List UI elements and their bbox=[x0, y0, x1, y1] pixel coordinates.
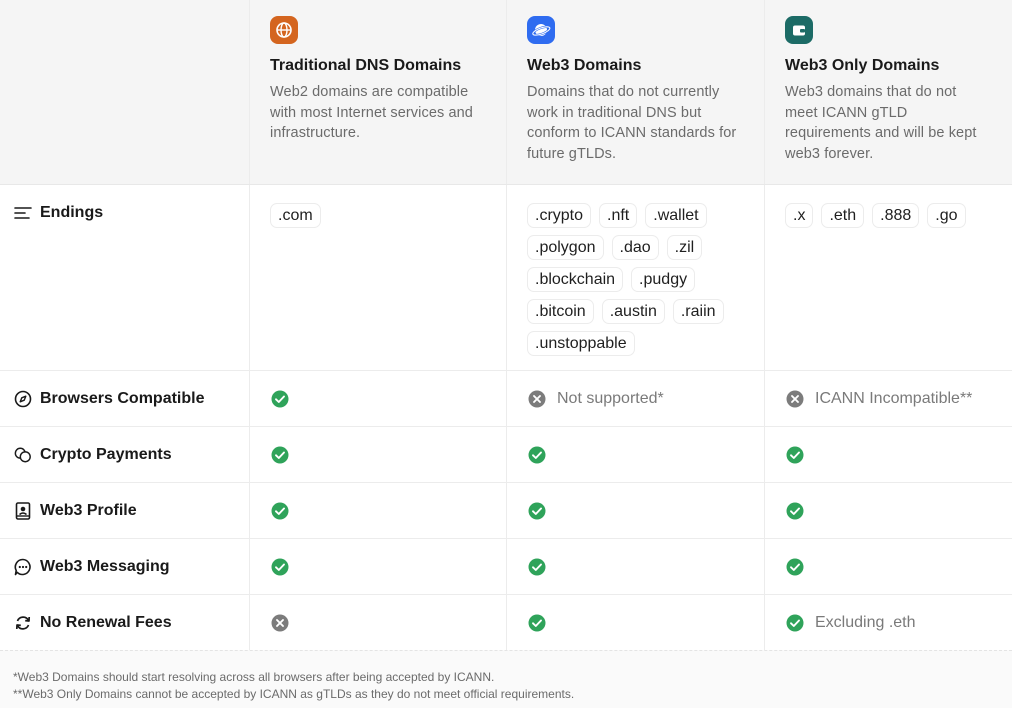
ending-pill: .eth bbox=[821, 203, 865, 228]
check-circle-icon bbox=[786, 614, 804, 632]
column-title: Web3 Domains bbox=[527, 57, 642, 74]
endings-row: Endings .com .crypto .nft .wallet .polygon.… bbox=[0, 185, 1012, 371]
endings-cell-web3-only: .x .eth .888 .go bbox=[765, 185, 1012, 370]
feature-cell-traditional bbox=[250, 595, 507, 650]
check-circle-icon bbox=[271, 390, 289, 408]
check-circle-icon bbox=[271, 558, 289, 576]
column-description: Domains that do not currently work in tr… bbox=[527, 84, 737, 162]
header-row: Traditional DNS Domains Web2 domains are… bbox=[0, 0, 1012, 185]
ending-pill: .zil bbox=[666, 235, 703, 260]
feature-cell-web3-only bbox=[765, 483, 1012, 538]
column-description: Web2 domains are compatible with most In… bbox=[270, 84, 473, 141]
feature-label-cell: No Renewal Fees bbox=[0, 595, 250, 650]
feature-cell-traditional bbox=[250, 427, 507, 482]
ending-pill: .dao bbox=[611, 235, 659, 260]
footnote: **Web3 Only Domains cannot be accepted b… bbox=[13, 687, 575, 701]
status-note: ICANN Incompatible** bbox=[815, 389, 973, 407]
ending-pill: .raiin bbox=[672, 299, 724, 324]
ending-pill: .wallet bbox=[645, 203, 707, 228]
ending-pill: .blockchain bbox=[527, 267, 624, 292]
ending-pill: .x bbox=[785, 203, 814, 228]
ending-pill: .go bbox=[927, 203, 966, 228]
ending-pill: .crypto bbox=[527, 203, 592, 228]
feature-cell-web3 bbox=[507, 427, 765, 482]
endings-pill-list: .x .eth .888 .go bbox=[765, 185, 1012, 228]
ending-pill: .com bbox=[270, 203, 321, 228]
check-circle-icon bbox=[786, 446, 804, 464]
feature-label-cell: Web3 Profile bbox=[0, 483, 250, 538]
endings-pill-list: .crypto .nft .wallet .polygon .dao .zil .block… bbox=[507, 185, 764, 356]
feature-row: Crypto Payments bbox=[0, 427, 1012, 483]
endings-pill-list: .com bbox=[250, 185, 506, 228]
status-note: Excluding .eth bbox=[815, 613, 916, 631]
x-circle-icon bbox=[271, 614, 289, 632]
ending-pill: .bitcoin bbox=[527, 299, 594, 324]
feature-rows: Browsers Compatible Not supported* ICANN I… bbox=[0, 371, 1012, 651]
feature-cell-web3: Not supported* bbox=[507, 371, 765, 426]
endings-cell-traditional: .com bbox=[250, 185, 507, 370]
check-circle-icon bbox=[528, 446, 546, 464]
feature-row: No Renewal Fees Excluding .eth bbox=[0, 595, 1012, 651]
check-circle-icon bbox=[786, 558, 804, 576]
row-label-text: Web3 Messaging bbox=[40, 557, 170, 575]
column-title: Traditional DNS Domains bbox=[270, 57, 462, 74]
feature-label-cell: Web3 Messaging bbox=[0, 539, 250, 594]
endings-label-cell: Endings bbox=[0, 185, 250, 370]
feature-row: Web3 Profile bbox=[0, 483, 1012, 539]
feature-label-cell: Browsers Compatible bbox=[0, 371, 250, 426]
comparison-table: Traditional DNS Domains Web2 domains are… bbox=[0, 0, 1012, 651]
check-circle-icon bbox=[786, 502, 804, 520]
profile-book-icon bbox=[14, 501, 32, 520]
endings-cell-web3: .crypto .nft .wallet .polygon .dao .zil .block… bbox=[507, 185, 765, 370]
footnotes: *Web3 Domains should start resolving acr… bbox=[0, 650, 1012, 708]
feature-cell-web3 bbox=[507, 539, 765, 594]
check-circle-icon bbox=[528, 558, 546, 576]
globe-icon bbox=[270, 16, 298, 44]
feature-cell-web3 bbox=[507, 595, 765, 650]
refresh-icon bbox=[14, 614, 32, 632]
row-label-text: Web3 Profile bbox=[40, 501, 137, 519]
lines-icon bbox=[14, 204, 32, 222]
coins-icon bbox=[14, 446, 32, 464]
status-note: Not supported* bbox=[557, 389, 664, 407]
wallet-icon bbox=[785, 16, 813, 44]
compass-icon bbox=[14, 390, 32, 408]
column-title: Web3 Only Domains bbox=[785, 57, 940, 74]
column-header-web3-only: Web3 Only Domains Web3 domains that do n… bbox=[765, 0, 1012, 184]
check-circle-icon bbox=[271, 502, 289, 520]
header-empty-cell bbox=[0, 0, 250, 184]
check-circle-icon bbox=[528, 614, 546, 632]
footnote: *Web3 Domains should start resolving acr… bbox=[13, 670, 495, 684]
feature-cell-traditional bbox=[250, 483, 507, 538]
feature-row: Web3 Messaging bbox=[0, 539, 1012, 595]
row-label-text: No Renewal Fees bbox=[40, 613, 172, 631]
ending-pill: .nft bbox=[599, 203, 638, 228]
feature-label-cell: Crypto Payments bbox=[0, 427, 250, 482]
column-header-web3: Web3 Domains Domains that do not current… bbox=[507, 0, 765, 184]
ending-pill: .pudgy bbox=[631, 267, 696, 292]
feature-row: Browsers Compatible Not supported* ICANN I… bbox=[0, 371, 1012, 427]
feature-cell-traditional bbox=[250, 371, 507, 426]
row-label-text: Browsers Compatible bbox=[40, 389, 205, 407]
row-label-text: Crypto Payments bbox=[40, 445, 172, 463]
feature-cell-traditional bbox=[250, 539, 507, 594]
check-circle-icon bbox=[271, 446, 289, 464]
check-circle-icon bbox=[528, 502, 546, 520]
feature-cell-web3 bbox=[507, 483, 765, 538]
feature-cell-web3-only: Excluding .eth bbox=[765, 595, 1012, 650]
ending-pill: .unstoppable bbox=[527, 331, 635, 356]
feature-cell-web3-only bbox=[765, 427, 1012, 482]
x-circle-icon bbox=[528, 390, 546, 408]
column-header-traditional: Traditional DNS Domains Web2 domains are… bbox=[250, 0, 507, 184]
ending-pill: .austin bbox=[601, 299, 665, 324]
row-label-text: Endings bbox=[40, 204, 104, 221]
x-circle-icon bbox=[786, 390, 804, 408]
ending-pill: .888 bbox=[872, 203, 920, 228]
feature-cell-web3-only: ICANN Incompatible** bbox=[765, 371, 1012, 426]
planet-icon bbox=[527, 16, 555, 44]
ending-pill: .polygon bbox=[527, 235, 604, 260]
chat-bubble-icon bbox=[14, 558, 32, 576]
column-description: Web3 domains that do not meet ICANN gTLD… bbox=[785, 84, 977, 162]
feature-cell-web3-only bbox=[765, 539, 1012, 594]
